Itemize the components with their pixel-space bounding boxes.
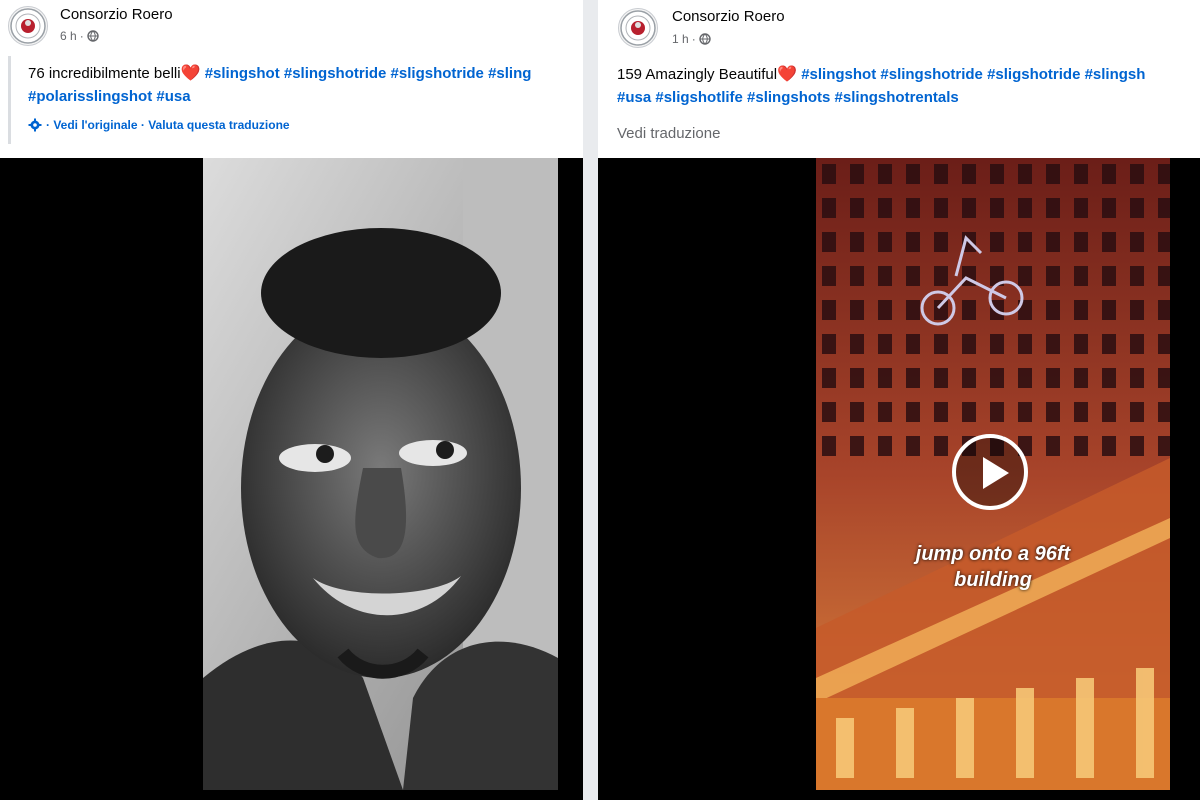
consorzio-logo-icon bbox=[620, 10, 656, 46]
caption-line-1: 76 incredibilmente belli❤️ #slingshot #s… bbox=[28, 62, 531, 85]
post-time[interactable]: 1 h bbox=[672, 32, 689, 46]
caption-line-2: #usa #sligshotlife #slingshots #slingsho… bbox=[617, 86, 1145, 109]
video-overlay-caption: jump onto a 96ft building bbox=[893, 541, 1093, 593]
video-player[interactable]: jump onto a 96ft building bbox=[598, 158, 1200, 800]
heart-emoji-icon: ❤️ bbox=[180, 65, 201, 82]
overlay-line-2: building bbox=[954, 569, 1032, 591]
caption-text: 159 Amazingly Beautiful bbox=[617, 66, 778, 83]
post-caption: 159 Amazingly Beautiful❤️ #slingshot #sl… bbox=[617, 63, 1145, 109]
page-avatar[interactable] bbox=[618, 8, 658, 48]
caption-line-1: 159 Amazingly Beautiful❤️ #slingshot #sl… bbox=[617, 63, 1145, 86]
post-caption: 76 incredibilmente belli❤️ #slingshot #s… bbox=[28, 62, 531, 108]
hashtag-links[interactable]: #usa #sligshotlife #slingshots #slingsho… bbox=[617, 89, 959, 106]
post-card-right: Consorzio Roero 1 h · 159 Amazingly Beau… bbox=[598, 0, 1200, 800]
play-button[interactable] bbox=[952, 434, 1028, 510]
meta-separator: · bbox=[691, 32, 696, 46]
consorzio-logo-icon bbox=[10, 8, 46, 44]
globe-icon bbox=[86, 30, 99, 42]
post-timestamp[interactable]: 1 h · bbox=[672, 32, 711, 46]
post-header: Consorzio Roero 6 h · bbox=[0, 0, 583, 56]
post-timestamp[interactable]: 6 h · bbox=[60, 29, 99, 43]
globe-icon bbox=[698, 33, 711, 45]
meta-separator: · bbox=[79, 29, 84, 43]
page-avatar[interactable] bbox=[8, 6, 48, 46]
caption-line-2: #polarisslingshot #usa bbox=[28, 85, 531, 108]
translation-quote-bar bbox=[8, 56, 11, 144]
see-translation-link[interactable]: Vedi traduzione bbox=[617, 125, 720, 142]
portrait-photo[interactable] bbox=[203, 158, 558, 790]
overlay-line-1: jump onto a 96ft bbox=[915, 543, 1071, 565]
translation-links[interactable]: · Vedi l'originale · Valuta questa tradu… bbox=[46, 118, 290, 132]
hashtag-links[interactable]: #slingshot #slingshotride #sligshotride … bbox=[801, 66, 1145, 83]
heart-emoji-icon: ❤️ bbox=[777, 66, 798, 83]
gear-icon[interactable] bbox=[28, 118, 42, 132]
hashtag-links[interactable]: #polarisslingshot #usa bbox=[28, 88, 191, 105]
author-name[interactable]: Consorzio Roero bbox=[672, 8, 785, 25]
media-container[interactable] bbox=[0, 158, 583, 800]
caption-text: 76 incredibilmente belli bbox=[28, 65, 181, 82]
post-header: Consorzio Roero 1 h · bbox=[598, 0, 1200, 56]
portrait-photo-image bbox=[203, 158, 558, 790]
author-name[interactable]: Consorzio Roero bbox=[60, 6, 173, 23]
hashtag-links[interactable]: #slingshot #slingshotride #sligshotride … bbox=[205, 65, 532, 82]
post-time[interactable]: 6 h bbox=[60, 29, 77, 43]
post-card-left: Consorzio Roero 6 h · 76 incredibilmente… bbox=[0, 0, 583, 800]
translation-controls: · Vedi l'originale · Valuta questa tradu… bbox=[28, 118, 290, 132]
